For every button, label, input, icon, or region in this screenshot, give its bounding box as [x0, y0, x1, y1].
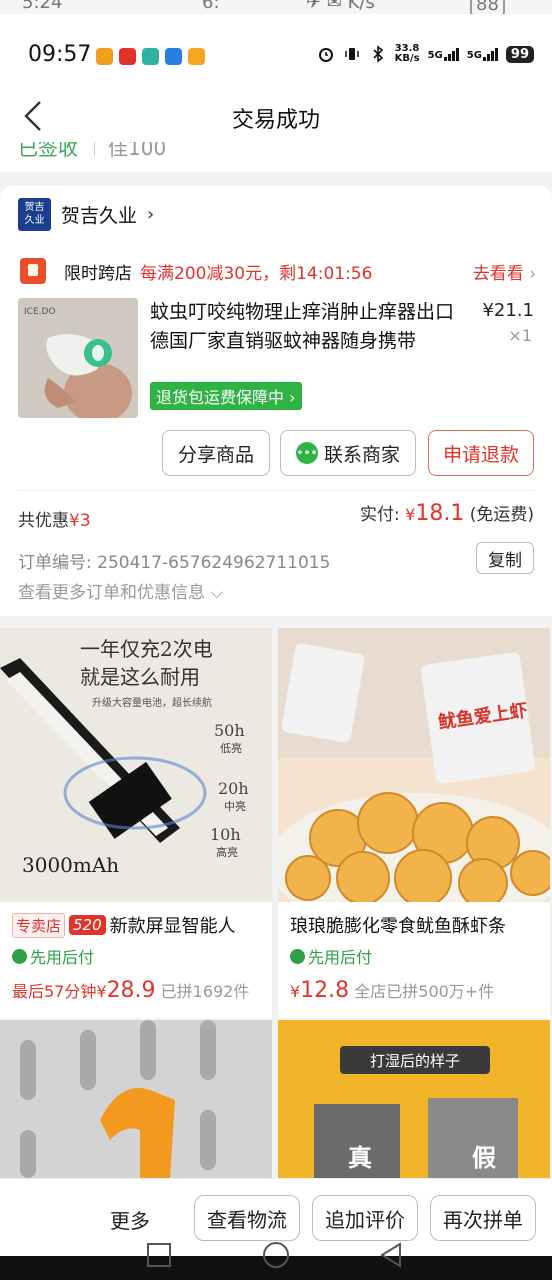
promo-link[interactable]: 去看看 › [473, 259, 536, 284]
chevron-right-icon: › [147, 204, 155, 225]
store-link[interactable]: 贺吉 久业 贺吉久业 › [18, 198, 154, 231]
home-icon[interactable] [263, 1242, 289, 1268]
store-tag: 专卖店 [12, 912, 66, 938]
app-notification-icon [188, 48, 205, 65]
product-card-image: 一年仅充2次电 就是这么耐用 升级大容量电池，超长续航 50h 低亮 20h 中… [0, 628, 272, 902]
battery-mode-level: 低亮 [220, 741, 242, 755]
app-notification-icon [119, 48, 136, 65]
image-headline: 就是这么耐用 [80, 665, 200, 689]
recent-apps-icon[interactable] [147, 1243, 171, 1267]
product-card[interactable]: 鱿鱼爱上虾 琅琅脆膨化零食鱿鱼酥虾条 先用后付 ¥12.8 全店已拼500万+件 [278, 628, 550, 1018]
notification-icons [96, 48, 205, 65]
ghost-icons: ✈ ✉ K/s [306, 0, 375, 13]
store-name: 贺吉久业 [61, 205, 138, 227]
delivery-status-peek: 已签收 佳100 [0, 142, 552, 172]
total-discount: 共优惠¥3 [18, 511, 91, 531]
product-quantity: ×1 [508, 326, 532, 345]
ghost-status-bar: 5:24 6: ✈ ✉ K/s 88 [0, 0, 552, 14]
product-card[interactable]: 一年仅充2次电 就是这么耐用 升级大容量电池，超长续航 50h 低亮 20h 中… [0, 628, 272, 1018]
status-time: 09:57 [28, 42, 92, 67]
product-brand-mark: ICE.DO [24, 307, 56, 317]
network-speed: 33.8 KB/s [394, 43, 420, 64]
app-notification-icon [165, 48, 182, 65]
vibrate-icon [344, 48, 359, 60]
battery-mode-hours: 20h [218, 779, 249, 798]
ghost-carrier: 6: [202, 0, 220, 13]
product-card-price: ¥12.8 全店已拼500万+件 [290, 978, 495, 1003]
pay-later-badge: 先用后付 [12, 944, 94, 968]
promo-countdown: 每满200减30元，剩14:01:56 [140, 264, 373, 284]
more-button[interactable]: 更多 [110, 1205, 150, 1234]
back-triangle-icon[interactable] [380, 1242, 401, 1268]
shipping-guarantee-badge[interactable]: 退货包运费保障中 › [150, 382, 302, 410]
battery-mode-hours: 50h [214, 721, 245, 740]
nav-bar: 交易成功 [0, 92, 552, 142]
copy-button[interactable]: 复制 [476, 542, 534, 574]
divider [18, 490, 534, 491]
bluetooth-icon [373, 45, 383, 63]
delivery-extra-text: 佳100 [108, 142, 167, 160]
status-bar: 09:57 33.8 KB/s 5G 5G 99 [0, 14, 552, 92]
app-notification-icon [142, 48, 159, 65]
product-card-image [0, 1020, 272, 1178]
system-status: 33.8 KB/s 5G 5G 99 [317, 44, 534, 64]
pay-later-icon [12, 948, 27, 964]
order-number: 订单编号: 250417-657624962711015 [18, 553, 331, 573]
delivery-status-text: 已签收 [18, 142, 78, 160]
chat-icon: ••• [295, 442, 318, 464]
signal-5g-icon: 5G [467, 47, 498, 61]
image-headline: 一年仅充2次电 [80, 637, 213, 661]
amount-paid: 实付: ¥18.1 (免运费) [360, 501, 534, 526]
promo-520-tag: 520 [69, 915, 106, 935]
image-subheadline: 升级大容量电池，超长续航 [92, 696, 212, 709]
image-label-real: 真 [348, 1144, 372, 1172]
battery-icon: 99 [505, 45, 534, 63]
pay-later-icon [290, 948, 305, 964]
page-title: 交易成功 [231, 108, 320, 133]
order-card: 贺吉 久业 贺吉久业 › 限时跨店 每满200减30元，剩14:01:56 去看看… [0, 186, 552, 616]
battery-mode-hours: 10h [210, 825, 241, 844]
ghost-time: 5:24 [22, 0, 63, 13]
store-logo: 贺吉 久业 [18, 198, 51, 231]
product-card-price: 最后57分钟¥28.9 已拼1692件 [12, 978, 250, 1003]
promo-label: 限时跨店 [64, 264, 132, 284]
pay-later-badge: 先用后付 [290, 944, 372, 968]
app-notification-icon [96, 48, 113, 65]
product-card[interactable] [0, 1020, 272, 1178]
system-nav-buttons [147, 1242, 401, 1268]
product-title[interactable]: 蚊虫叮咬纯物理止痒消肿止痒器出口德国厂家直销驱蚊神器随身携带 [150, 298, 470, 356]
product-card[interactable]: 打湿后的样子 真 假 [278, 1020, 550, 1178]
battery-capacity: 3000mAh [22, 853, 119, 877]
product-card-title: 琅琅脆膨化零食鱿鱼酥虾条 [290, 916, 506, 937]
view-logistics-button[interactable]: 查看物流 [194, 1195, 300, 1241]
product-image[interactable]: ICE.DO [18, 298, 138, 418]
share-product-button[interactable]: 分享商品 [162, 430, 270, 476]
reorder-button[interactable]: 再次拼单 [430, 1195, 536, 1241]
battery-mode-level: 中亮 [224, 799, 246, 813]
product-price: ¥21.1 [482, 300, 534, 321]
chevron-right-icon: › [529, 264, 536, 284]
system-navigation-bar [0, 1242, 552, 1280]
red-envelope-icon [20, 258, 46, 284]
contact-seller-button[interactable]: ••• 联系商家 [280, 430, 416, 476]
image-caption: 打湿后的样子 [370, 1052, 460, 1070]
divider [94, 142, 95, 156]
request-refund-button[interactable]: 申请退款 [428, 430, 534, 476]
signal-5g-icon: 5G [428, 47, 459, 61]
contact-seller-label: 联系商家 [323, 443, 400, 466]
product-card-image: 打湿后的样子 真 假 [278, 1020, 550, 1178]
product-photo: ICE.DO [18, 298, 138, 418]
product-card-title: 专卖店 520 新款屏显智能人 [12, 912, 266, 938]
alarm-icon [318, 48, 333, 62]
image-label-fake: 假 [472, 1144, 496, 1172]
more-order-info-link[interactable]: 查看更多订单和优惠信息 ⌵ [18, 578, 223, 603]
ghost-battery: 88 [470, 0, 505, 14]
add-review-button[interactable]: 追加评价 [312, 1195, 418, 1241]
promo-banner[interactable]: 限时跨店 每满200减30元，剩14:01:56 去看看 › [18, 256, 538, 288]
product-card-image: 鱿鱼爱上虾 [278, 628, 550, 902]
battery-mode-level: 高亮 [216, 845, 238, 859]
